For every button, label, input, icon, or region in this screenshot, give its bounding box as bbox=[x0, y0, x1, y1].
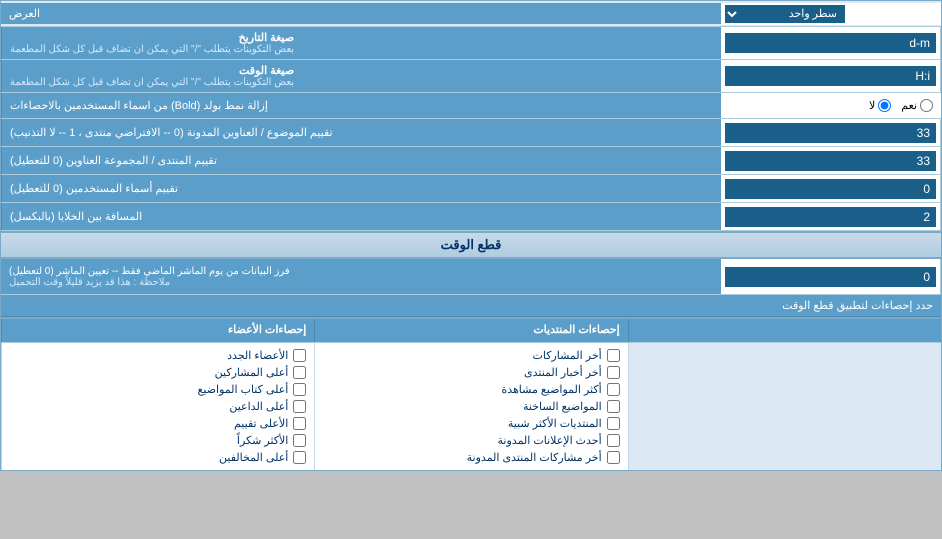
stats-apply-label: حدد إحصاءات لتطبيق قطع الوقت bbox=[1, 295, 941, 317]
stats-item: أعلى المشاركين bbox=[10, 364, 306, 381]
stats-item: أكثر المواضيع مشاهدة bbox=[323, 381, 619, 398]
cell-gap-input[interactable] bbox=[725, 207, 936, 227]
checkbox-top-topic-writers[interactable] bbox=[293, 383, 306, 396]
stats-section: إحصاءات المنتديات إحصاءات الأعضاء أخر ال… bbox=[1, 317, 941, 470]
users-names-input[interactable] bbox=[725, 179, 936, 199]
time-format-label: صيغة الوقت بعض التكوينات يتطلب "/" التي … bbox=[1, 60, 721, 92]
checkbox-forum-news[interactable] bbox=[607, 366, 620, 379]
topics-order-label: تقييم الموضوع / العناوين المدونة (0 -- ا… bbox=[1, 119, 721, 146]
checkbox-most-similar[interactable] bbox=[607, 417, 620, 430]
checkbox-top-violators[interactable] bbox=[293, 451, 306, 464]
stats-header-empty bbox=[628, 319, 941, 342]
stats-item: أخر مشاركات المنتدى المدونة bbox=[323, 449, 619, 466]
topics-order-input-cell bbox=[721, 119, 941, 146]
forum-order-input-cell bbox=[721, 147, 941, 174]
checkbox-top-posters[interactable] bbox=[293, 366, 306, 379]
checkbox-most-viewed[interactable] bbox=[607, 383, 620, 396]
cell-gap-input-cell bbox=[721, 203, 941, 230]
cell-gap-label: المسافة بين الخلايا (بالبكسل) bbox=[1, 203, 721, 230]
topics-order-row: تقييم الموضوع / العناوين المدونة (0 -- ا… bbox=[1, 119, 941, 147]
bold-radio-row: لا نعم إزالة نمط بولد (Bold) من اسماء ال… bbox=[1, 93, 941, 119]
date-format-input-cell bbox=[721, 27, 941, 59]
stats-item: أعلى المخالفين bbox=[10, 449, 306, 466]
cutoff-input-cell bbox=[721, 259, 941, 294]
bold-radio-yes-label[interactable]: نعم bbox=[901, 99, 933, 112]
forum-order-input[interactable] bbox=[725, 151, 936, 171]
stats-item: أعلى كتاب المواضيع bbox=[10, 381, 306, 398]
cutoff-row: فرز البيانات من يوم الماشر الماضي فقط --… bbox=[1, 259, 941, 295]
bold-radio-no-label[interactable]: لا bbox=[869, 99, 891, 112]
forum-order-label: تقييم المنتدى / المجموعة العناوين (0 للت… bbox=[1, 147, 721, 174]
stats-item: أخر المشاركات bbox=[323, 347, 619, 364]
date-format-label: صيغة التاريخ بعض التكوينات يتطلب "/" الت… bbox=[1, 27, 721, 59]
checkbox-most-thanked[interactable] bbox=[293, 434, 306, 447]
checkbox-last-posts[interactable] bbox=[607, 349, 620, 362]
stats-header-members: إحصاءات الأعضاء bbox=[1, 319, 314, 342]
checkbox-new-members[interactable] bbox=[293, 349, 306, 362]
users-names-label: تقييم أسماء المستخدمين (0 للتعطيل) bbox=[1, 175, 721, 202]
checkbox-hot-topics[interactable] bbox=[607, 400, 620, 413]
stats-item: أحدث الإعلانات المدونة bbox=[323, 432, 619, 449]
stats-item: الأعضاء الجدد bbox=[10, 347, 306, 364]
date-format-row: صيغة التاريخ بعض التكوينات يتطلب "/" الت… bbox=[1, 27, 941, 60]
stats-item: الأعلى تقييم bbox=[10, 415, 306, 432]
bold-label: إزالة نمط بولد (Bold) من اسماء المستخدمي… bbox=[1, 93, 721, 118]
date-format-input[interactable] bbox=[725, 33, 936, 53]
time-format-input-cell bbox=[721, 60, 941, 92]
stats-header-row: إحصاءات المنتديات إحصاءات الأعضاء bbox=[1, 319, 941, 343]
cutoff-label: فرز البيانات من يوم الماشر الماضي فقط --… bbox=[1, 259, 721, 294]
stats-col-empty bbox=[628, 343, 941, 470]
main-container: سطر واحد سطرين ثلاثة أسطر العرض صيغة الت… bbox=[0, 0, 942, 471]
display-label: العرض bbox=[1, 3, 721, 24]
stats-item: المواضيع الساخنة bbox=[323, 398, 619, 415]
stats-col-members: الأعضاء الجدد أعلى المشاركين أعلى كتاب ا… bbox=[1, 343, 314, 470]
checkbox-highest-rated[interactable] bbox=[293, 417, 306, 430]
topics-order-input[interactable] bbox=[725, 123, 936, 143]
users-names-row: تقييم أسماء المستخدمين (0 للتعطيل) bbox=[1, 175, 941, 203]
stats-header-forums: إحصاءات المنتديات bbox=[314, 319, 627, 342]
bold-radio-yes[interactable] bbox=[920, 99, 933, 112]
stats-item: المنتديات الأكثر شبية bbox=[323, 415, 619, 432]
cutoff-input[interactable] bbox=[725, 267, 936, 287]
time-format-input[interactable] bbox=[725, 66, 936, 86]
stats-col-forums: أخر المشاركات أخر أخبار المنتدى أكثر الم… bbox=[314, 343, 627, 470]
stats-item: أعلى الداعين bbox=[10, 398, 306, 415]
stats-item: الأكثر شكراً bbox=[10, 432, 306, 449]
users-names-input-cell bbox=[721, 175, 941, 202]
display-row: سطر واحد سطرين ثلاثة أسطر العرض bbox=[1, 1, 941, 27]
checkbox-top-inviters[interactable] bbox=[293, 400, 306, 413]
time-format-row: صيغة الوقت بعض التكوينات يتطلب "/" التي … bbox=[1, 60, 941, 93]
stats-item: أخر أخبار المنتدى bbox=[323, 364, 619, 381]
stats-body: أخر المشاركات أخر أخبار المنتدى أكثر الم… bbox=[1, 343, 941, 470]
cell-gap-row: المسافة بين الخلايا (بالبكسل) bbox=[1, 203, 941, 231]
checkbox-forum-posts[interactable] bbox=[607, 451, 620, 464]
display-select-cell: سطر واحد سطرين ثلاثة أسطر bbox=[721, 3, 941, 25]
display-select[interactable]: سطر واحد سطرين ثلاثة أسطر bbox=[725, 5, 845, 23]
bold-radio-no[interactable] bbox=[878, 99, 891, 112]
cutoff-header: قطع الوقت bbox=[1, 231, 941, 259]
forum-order-row: تقييم المنتدى / المجموعة العناوين (0 للت… bbox=[1, 147, 941, 175]
checkbox-latest-announcements[interactable] bbox=[607, 434, 620, 447]
bold-radio-cell: لا نعم bbox=[721, 93, 941, 118]
